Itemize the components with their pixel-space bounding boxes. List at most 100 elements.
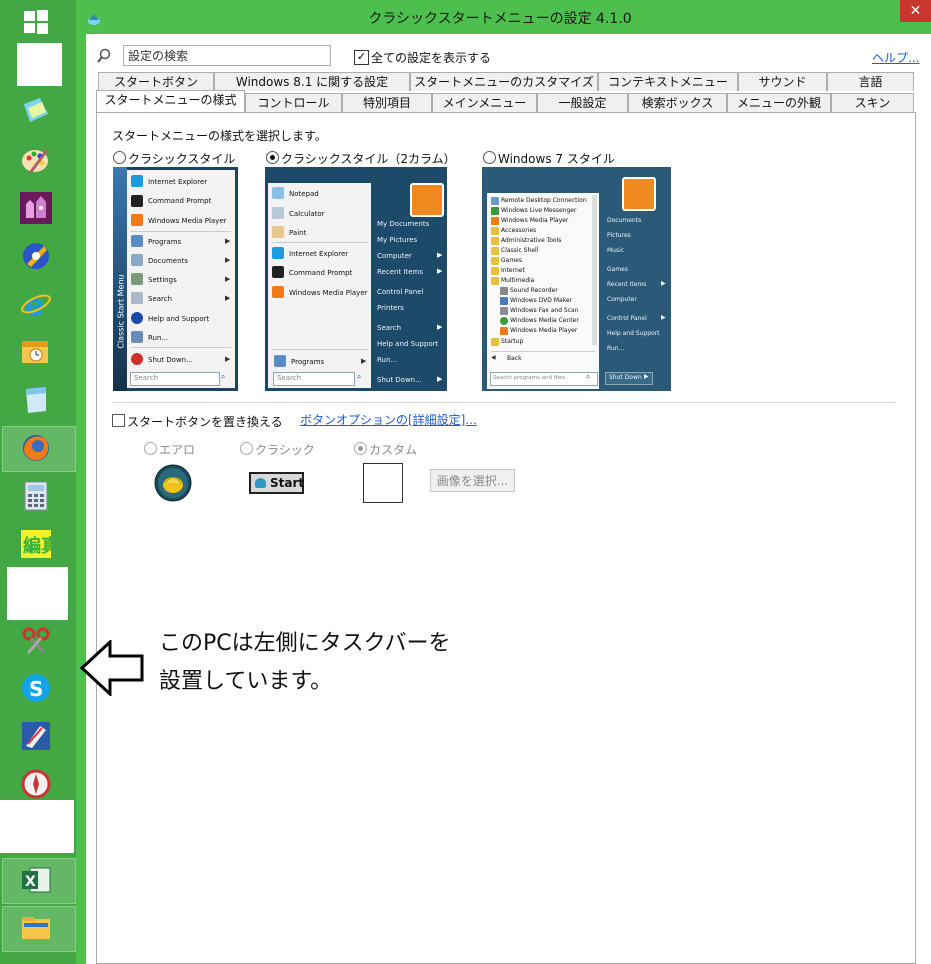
two-column-right-item: Printers	[377, 304, 404, 312]
win7-item: Internet	[501, 267, 525, 274]
replace-start-button-label: スタートボタンを置き換える	[127, 415, 283, 429]
tab-controls[interactable]: コントロール	[245, 93, 342, 112]
button-style-aero-radio[interactable]	[144, 442, 157, 455]
internet-explorer-icon[interactable]: e	[16, 284, 56, 324]
select-image-button[interactable]: 画像を選択...	[430, 469, 515, 492]
folder-icon	[491, 338, 499, 346]
button-style-custom-radio[interactable]	[354, 442, 367, 455]
fax-icon	[500, 307, 508, 315]
replace-start-button-checkbox[interactable]	[112, 414, 125, 427]
help-link[interactable]: ヘルプ...	[872, 49, 919, 66]
scissors-tool-icon[interactable]	[16, 620, 56, 660]
help-icon	[131, 312, 143, 324]
media-player-icon[interactable]	[16, 236, 56, 276]
submenu-arrow: ▶	[644, 373, 649, 380]
button-style-classic-radio[interactable]	[240, 442, 253, 455]
keisan-app-icon[interactable]: 編真	[16, 524, 56, 564]
compass-icon[interactable]	[16, 764, 56, 804]
notepad-small-icon	[272, 187, 284, 199]
tab-search-box[interactable]: 検索ボックス	[628, 93, 727, 112]
file-explorer-icon[interactable]	[16, 908, 56, 948]
classic-item: Help and Support	[148, 315, 210, 323]
two-column-item: Notepad	[289, 190, 319, 198]
style-win7-radio[interactable]	[483, 151, 496, 164]
preview-two-column[interactable]: Notepad Calculator Paint Internet Explor…	[265, 167, 447, 391]
outlook-calendar-icon[interactable]	[16, 332, 56, 372]
close-button[interactable]: ✕	[900, 0, 931, 22]
start-button-text: Start	[270, 476, 305, 490]
tab-sound[interactable]: サウンド	[738, 72, 827, 91]
submenu-arrow: ▶	[225, 237, 231, 245]
cmd-small-icon	[272, 266, 284, 278]
divider	[131, 231, 231, 232]
folder-icon	[491, 247, 499, 255]
aero-orb-icon	[154, 464, 192, 506]
two-column-item: Command Prompt	[289, 269, 353, 277]
classic-item: Command Prompt	[148, 197, 212, 205]
ie-small-icon	[272, 247, 284, 259]
two-column-search-icon: ⌕	[357, 372, 362, 381]
game-castle-icon[interactable]	[16, 188, 56, 228]
divider	[272, 349, 367, 350]
tab-menu-customize[interactable]: スタートメニューのカスタマイズ	[410, 72, 598, 91]
win7-item: Windows DVD Maker	[510, 297, 573, 304]
firefox-icon[interactable]	[16, 428, 56, 468]
button-options-link[interactable]: ボタンオプションの[詳細設定]...	[300, 411, 477, 428]
show-all-checkbox[interactable]: ✓	[354, 50, 369, 65]
submenu-arrow: ▶	[225, 275, 231, 283]
tab-start-button[interactable]: スタートボタン	[98, 72, 214, 91]
wmp-tiny-icon	[500, 327, 508, 335]
preview-win7[interactable]: Remote Desktop Connection Windows Live M…	[482, 167, 671, 391]
windows-start-icon[interactable]	[16, 2, 56, 42]
win7-item: Windows Media Center	[510, 317, 579, 324]
show-all-label: 全ての設定を表示する	[371, 51, 492, 65]
folder-icon	[491, 227, 499, 235]
style-classic-radio[interactable]	[113, 151, 126, 164]
documents-icon	[131, 254, 143, 266]
two-column-search-placeholder: Search	[277, 374, 302, 382]
button-style-aero-label: エアロ	[159, 443, 196, 457]
tab-special-items[interactable]: 特別項目	[342, 93, 432, 112]
wmp-small-icon	[272, 286, 284, 298]
calculator-icon[interactable]	[16, 476, 56, 516]
skype-icon[interactable]: S	[16, 668, 56, 708]
back-arrow-icon: ◀	[491, 354, 496, 361]
button-style-classic-label: クラシック	[255, 443, 315, 457]
two-column-item: Paint	[289, 229, 307, 237]
win7-item: Classic Shell	[501, 247, 539, 254]
tab-general[interactable]: 一般設定	[537, 93, 628, 112]
notepad-icon[interactable]	[16, 380, 56, 420]
rdc-icon	[491, 197, 499, 205]
classic-item: Programs	[148, 238, 182, 246]
window-title: クラシックスタートメニューの設定 4.1.0	[368, 11, 632, 27]
style-two-column-radio[interactable]	[266, 151, 279, 164]
tab-context-menu[interactable]: コンテキストメニュー	[598, 72, 738, 91]
tab-language[interactable]: 言語	[827, 72, 914, 91]
drawing-app-icon[interactable]	[16, 716, 56, 756]
win7-item: Administrative Tools	[501, 237, 562, 244]
tab-windows81[interactable]: Windows 8.1 に関する設定	[214, 72, 410, 91]
tab-menu-style[interactable]: スタートメニューの様式	[96, 90, 245, 112]
classic-item: Run...	[148, 334, 169, 342]
tab-skin[interactable]: スキン	[831, 93, 914, 112]
divider	[491, 351, 595, 352]
paint-palette-icon[interactable]	[16, 140, 56, 180]
tiles-icon[interactable]	[16, 91, 56, 131]
win7-item: Games	[501, 257, 522, 264]
section-divider	[112, 402, 895, 403]
win7-right-item: Documents	[607, 217, 642, 224]
two-column-right-item: Control Panel	[377, 288, 424, 296]
win7-item: Remote Desktop Connection	[501, 197, 587, 204]
preview-classic[interactable]: Classic Start Menu Internet Explorer Com…	[113, 167, 238, 391]
search-input[interactable]: 設定の検索	[123, 45, 331, 66]
tab-menu-appearance[interactable]: メニューの外観	[727, 93, 831, 112]
left-arrow-icon	[79, 638, 144, 700]
win7-search-placeholder: Search programs and files	[493, 375, 566, 381]
classic-search-icon: ⌕	[221, 372, 226, 381]
svg-text:e: e	[24, 288, 44, 320]
submenu-arrow: ▶	[437, 323, 443, 331]
excel-icon[interactable]: X	[16, 860, 56, 900]
win7-item: Multimedia	[501, 277, 535, 284]
win7-right-item: Recent Items	[607, 281, 647, 288]
tab-main-menu[interactable]: メインメニュー	[432, 93, 537, 112]
